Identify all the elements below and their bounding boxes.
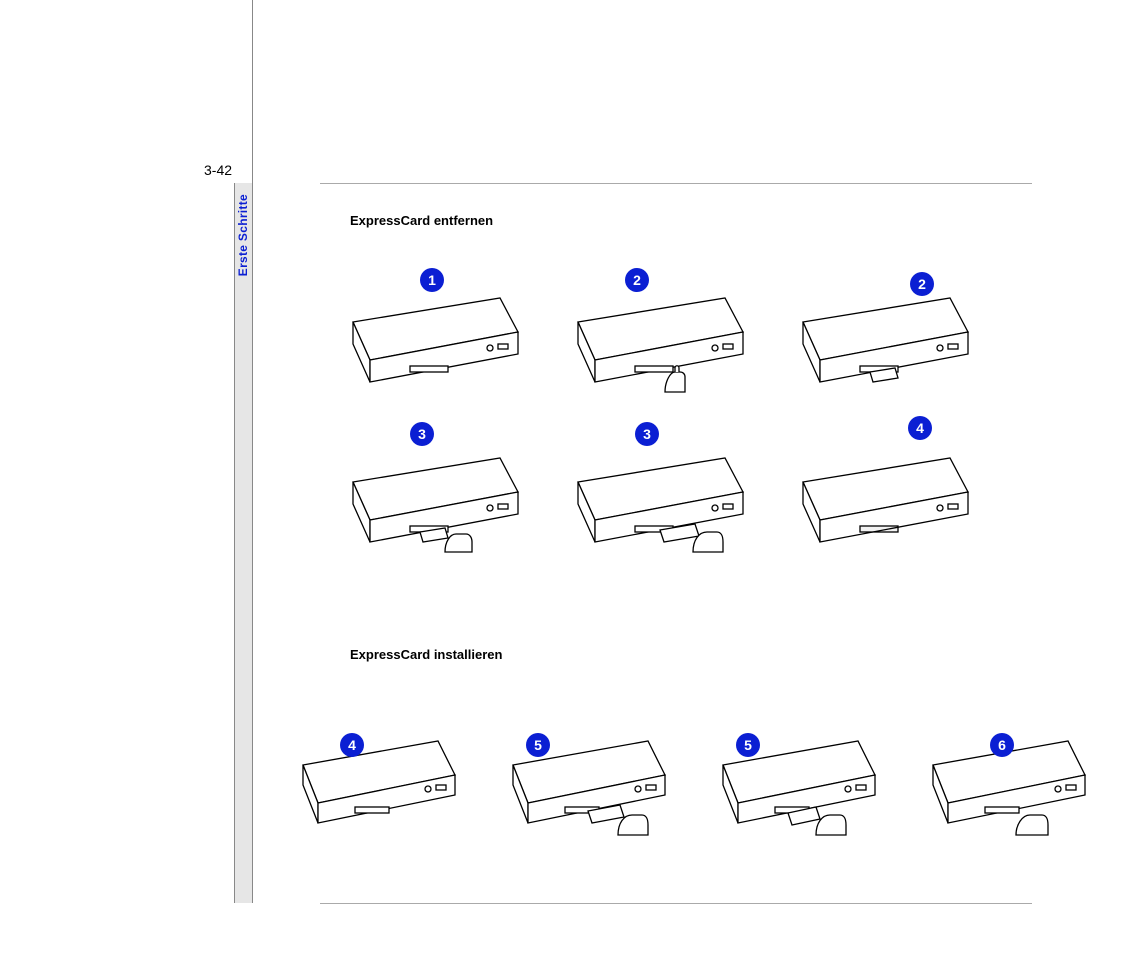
- sidebar-gray-strip: [234, 183, 253, 903]
- illustration-cell: 6: [930, 715, 1090, 835]
- laptop-illustration: [800, 452, 975, 552]
- laptop-empty-slot-icon: [800, 452, 975, 552]
- laptop-empty-icon: [300, 735, 460, 835]
- step-badge: 2: [625, 268, 649, 292]
- laptop-pull-icon: [350, 452, 525, 552]
- laptop-card-eject-icon: [800, 292, 975, 392]
- laptop-illustration: [350, 292, 525, 392]
- illustration-grid-remove: 1: [350, 262, 975, 552]
- step-badge: 4: [908, 416, 932, 440]
- page-number: 3-42: [204, 162, 232, 178]
- step-badge: 5: [736, 733, 760, 757]
- illustration-cell: 5: [510, 715, 670, 835]
- rule-bottom: [320, 903, 1032, 904]
- illustration-cell: 2: [800, 262, 975, 392]
- laptop-pull-out-icon: [575, 452, 750, 552]
- step-badge: 3: [635, 422, 659, 446]
- step-badge: 6: [990, 733, 1014, 757]
- step-badge: 4: [340, 733, 364, 757]
- sidebar-section-label: Erste Schritte: [236, 194, 250, 276]
- illustration-cell: 3: [350, 422, 525, 552]
- laptop-illustration: [575, 292, 750, 392]
- step-badge: 2: [910, 272, 934, 296]
- illustration-cell: 4: [300, 715, 460, 835]
- illustration-cell: 4: [800, 422, 975, 552]
- laptop-illustration: [300, 735, 460, 835]
- section-title-install: ExpressCard installieren: [350, 647, 502, 662]
- step-badge: 5: [526, 733, 550, 757]
- rule-top: [320, 183, 1032, 184]
- laptop-press-icon: [575, 292, 750, 392]
- vertical-rule-top: [252, 0, 253, 183]
- laptop-corner-icon: [350, 292, 525, 392]
- step-badge: 3: [410, 422, 434, 446]
- laptop-illustration: [575, 452, 750, 552]
- laptop-illustration: [350, 452, 525, 552]
- illustration-grid-install: 4 5: [300, 715, 1090, 835]
- illustration-cell: 5: [720, 715, 880, 835]
- section-title-remove: ExpressCard entfernen: [350, 213, 493, 228]
- illustration-cell: 1: [350, 262, 525, 392]
- step-badge: 1: [420, 268, 444, 292]
- illustration-cell: 3: [575, 422, 750, 552]
- illustration-cell: 2: [575, 262, 750, 392]
- laptop-illustration: [800, 292, 975, 392]
- document-page: 3-42 Erste Schritte ExpressCard entferne…: [0, 0, 1137, 954]
